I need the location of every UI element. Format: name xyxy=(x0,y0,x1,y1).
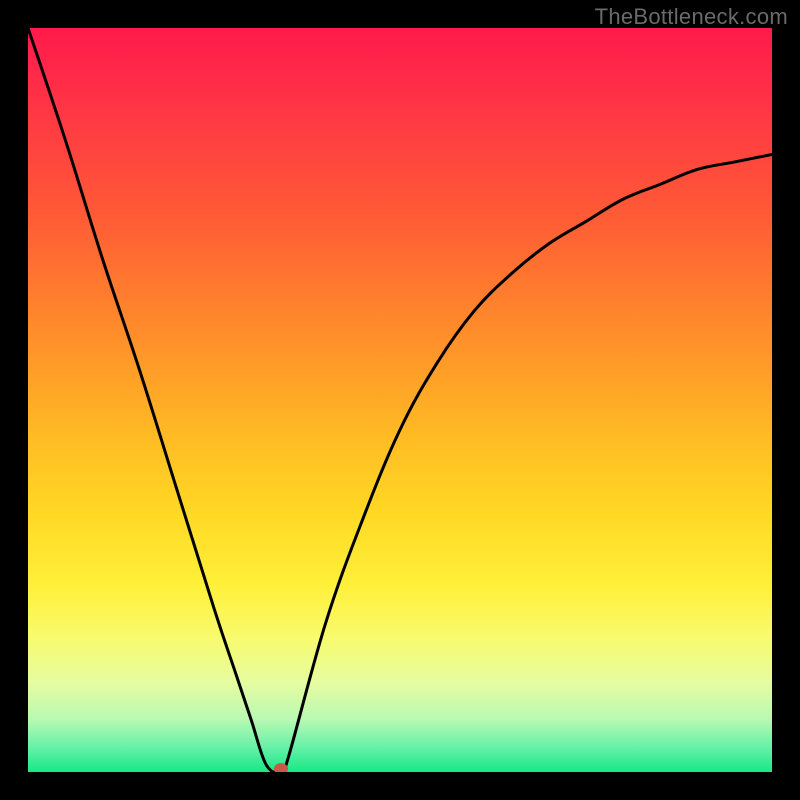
plot-area xyxy=(28,28,772,772)
chart-frame: TheBottleneck.com xyxy=(0,0,800,800)
bottleneck-curve-chart xyxy=(28,28,772,772)
watermark-text: TheBottleneck.com xyxy=(595,4,788,30)
gradient-background xyxy=(28,28,772,772)
